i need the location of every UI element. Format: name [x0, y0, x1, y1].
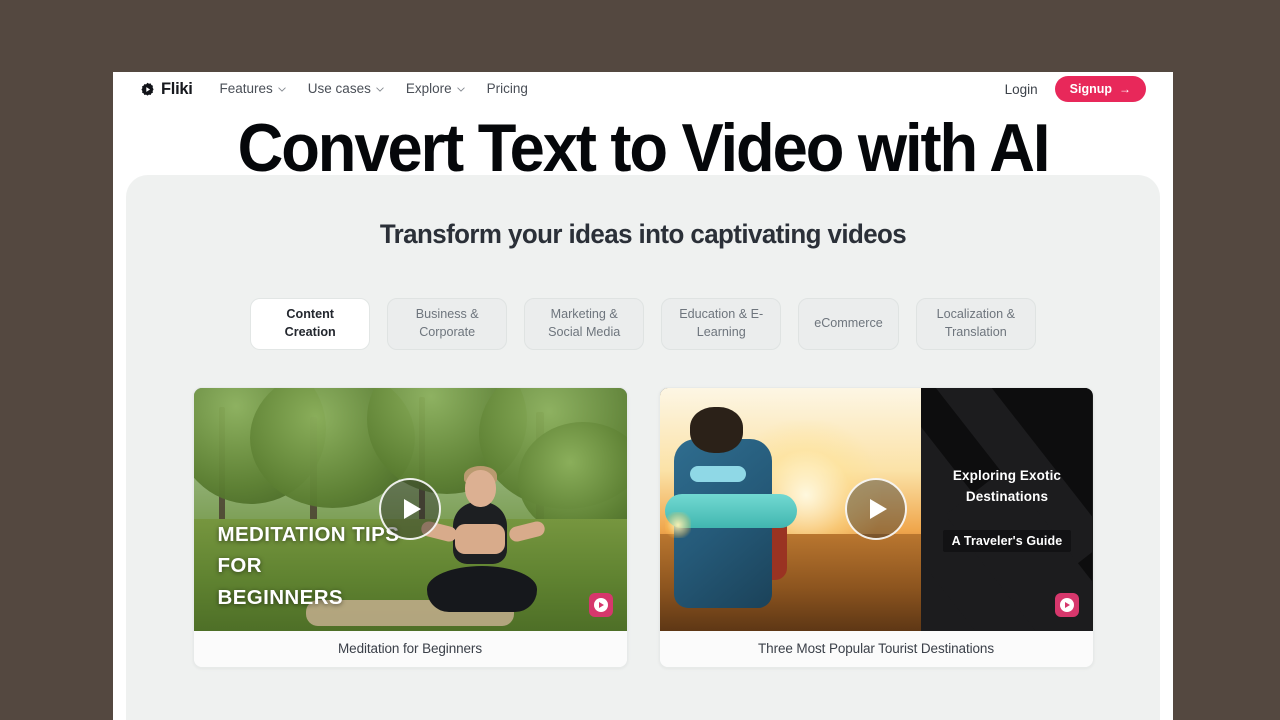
nav-item-use-cases-label: Use cases	[307, 81, 371, 97]
chip-education-elearning[interactable]: Education & E-Learning	[661, 298, 782, 350]
nav-item-pricing[interactable]: Pricing	[487, 82, 528, 96]
video-card-tourist-destinations[interactable]: Exploring Exotic Destinations A Traveler…	[658, 386, 1094, 668]
chevron-down-icon	[456, 86, 465, 92]
chip-ecommerce[interactable]: eCommerce	[798, 298, 899, 350]
nav-item-use-cases[interactable]: Use cases	[308, 82, 384, 96]
chip-label: eCommerce	[814, 315, 883, 330]
hero-panel: Transform your ideas into captivating vi…	[126, 175, 1160, 720]
nav-actions: Login Signup →	[1005, 75, 1146, 103]
login-link[interactable]: Login	[1005, 82, 1038, 97]
backpacker-illustration	[664, 402, 822, 630]
arrow-right-icon: →	[1119, 82, 1131, 96]
chip-content-creation[interactable]: Content Creation	[250, 298, 371, 350]
meditating-person-illustration	[419, 466, 547, 616]
video-card-list: MEDITATION TIPS FOR BEGINNERS Meditation…	[126, 386, 1160, 668]
browser-page: Fliki Features Use cases Explore Pricing…	[113, 72, 1173, 720]
panel-title: Exploring Exotic Destinations	[952, 468, 1062, 505]
signup-button[interactable]: Signup →	[1054, 75, 1146, 103]
card-caption: Meditation for Beginners	[193, 630, 627, 667]
nav-links: Features Use cases Explore Pricing	[220, 82, 528, 96]
chevron-down-icon	[278, 86, 286, 92]
play-icon[interactable]	[379, 478, 441, 541]
chip-business-corporate[interactable]: Business & Corporate	[387, 298, 508, 350]
category-chip-list: Content Creation Business & Corporate Ma…	[126, 298, 1160, 350]
video-thumbnail[interactable]: MEDITATION TIPS FOR BEGINNERS	[193, 387, 627, 631]
top-navigation-bar: Fliki Features Use cases Explore Pricing…	[113, 72, 1173, 106]
nav-item-explore[interactable]: Explore	[406, 82, 465, 96]
chevron-down-icon	[376, 86, 384, 92]
nav-item-features[interactable]: Features	[220, 82, 286, 96]
overlay-line-3: BEGINNERS	[217, 585, 343, 609]
chip-label: Business & Corporate	[415, 307, 479, 339]
chip-localization-translation[interactable]: Localization & Translation	[915, 298, 1036, 350]
video-thumbnail[interactable]: Exploring Exotic Destinations A Traveler…	[659, 387, 1093, 631]
chip-label: Education & E-Learning	[679, 307, 764, 339]
signup-button-label: Signup	[1069, 81, 1112, 96]
panel-subtitle: A Traveler's Guide	[942, 530, 1072, 553]
chip-marketing-social-media[interactable]: Marketing & Social Media	[524, 298, 645, 350]
nav-item-explore-label: Explore	[405, 81, 452, 97]
fliki-gear-play-logo-icon	[141, 82, 154, 96]
card-caption: Three Most Popular Tourist Destinations	[659, 630, 1093, 667]
chip-label: Marketing & Social Media	[548, 307, 621, 339]
fliki-badge-icon	[588, 592, 613, 617]
nav-item-features-label: Features	[219, 81, 273, 97]
chip-label: Content Creation	[284, 307, 336, 339]
overlay-line-2: FOR	[217, 554, 262, 578]
play-icon[interactable]	[845, 478, 907, 541]
page-title: Convert Text to Video with AI	[237, 110, 1051, 186]
chip-label: Localization & Translation	[936, 307, 1015, 339]
thumbnail-overlay-text: MEDITATION TIPS FOR BEGINNERS	[218, 519, 400, 612]
fliki-brand-logo[interactable]: Fliki	[140, 81, 193, 98]
overlay-line-1: MEDITATION TIPS	[217, 523, 400, 547]
video-card-meditation[interactable]: MEDITATION TIPS FOR BEGINNERS Meditation…	[192, 386, 628, 668]
fliki-badge-icon	[1054, 592, 1079, 617]
brand-name: Fliki	[161, 79, 193, 98]
hero-subtitle: Transform your ideas into captivating vi…	[379, 219, 907, 249]
nav-item-pricing-label: Pricing	[486, 81, 528, 97]
